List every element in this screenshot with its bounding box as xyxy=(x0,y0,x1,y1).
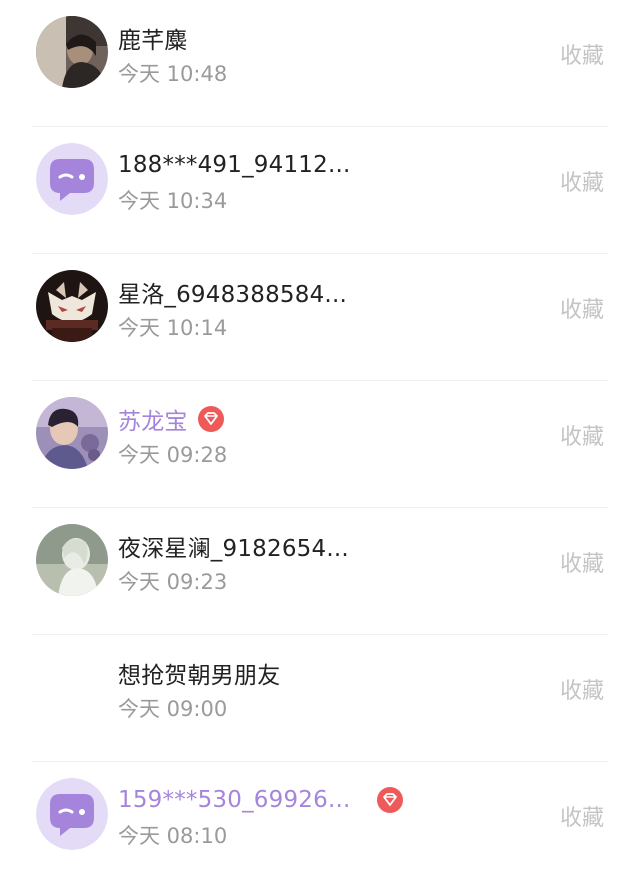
favorite-button[interactable]: 收藏 xyxy=(560,546,604,578)
contact-name: 夜深星澜_9182654... xyxy=(118,536,349,562)
avatar[interactable] xyxy=(36,16,108,88)
contact-name: 188***491_94112... xyxy=(118,152,351,178)
timestamp: 今天 10:34 xyxy=(118,189,228,213)
avatar[interactable] xyxy=(36,270,108,342)
favorites-list: 鹿芊麋 今天 10:48 收藏 188***491_94112... 今天 10… xyxy=(0,0,640,892)
avatar[interactable] xyxy=(36,524,108,596)
favorite-button[interactable]: 收藏 xyxy=(560,38,604,70)
contact-name: 159***530_69926... xyxy=(118,787,351,813)
contact-name: 鹿芊麋 xyxy=(118,28,188,54)
avatar[interactable] xyxy=(36,143,108,215)
favorite-button[interactable]: 收藏 xyxy=(560,165,604,197)
favorite-button[interactable]: 收藏 xyxy=(560,673,604,705)
favorite-button[interactable]: 收藏 xyxy=(560,292,604,324)
timestamp: 今天 09:28 xyxy=(118,443,228,467)
timestamp: 今天 10:48 xyxy=(118,62,228,86)
list-item[interactable]: 想抢贺朝男朋友 今天 09:00 收藏 xyxy=(0,635,640,762)
avatar[interactable] xyxy=(36,778,108,850)
list-item[interactable]: 159***530_69926... 今天 08:10 收藏 xyxy=(0,762,640,889)
vip-badge-icon xyxy=(197,406,224,432)
photo-person-icon xyxy=(36,16,108,88)
default-chat-bubble-icon xyxy=(36,143,108,215)
list-item[interactable]: 鹿芊麋 今天 10:48 收藏 xyxy=(0,0,640,127)
list-item[interactable]: 苏龙宝 今天 09:28 收藏 xyxy=(0,381,640,508)
contact-name: 想抢贺朝男朋友 xyxy=(118,663,281,689)
photo-person-icon xyxy=(36,397,108,469)
avatar[interactable] xyxy=(36,397,108,469)
timestamp: 今天 09:00 xyxy=(118,697,228,721)
list-item[interactable]: 夜深星澜_9182654... 今天 09:23 收藏 xyxy=(0,508,640,635)
timestamp: 今天 10:14 xyxy=(118,316,228,340)
contact-name: 苏龙宝 xyxy=(118,409,188,435)
favorite-button[interactable]: 收藏 xyxy=(560,800,604,832)
photo-pale-figure-icon xyxy=(36,524,108,596)
timestamp: 今天 09:23 xyxy=(118,570,228,594)
contact-name: 星洛_6948388584... xyxy=(118,282,347,308)
favorite-button[interactable]: 收藏 xyxy=(560,419,604,451)
list-item[interactable]: 188***491_94112... 今天 10:34 收藏 xyxy=(0,127,640,254)
vip-badge-icon xyxy=(376,787,403,813)
photo-fox-mask-icon xyxy=(36,270,108,342)
default-chat-bubble-icon xyxy=(36,778,108,850)
timestamp: 今天 08:10 xyxy=(118,824,228,848)
list-item[interactable]: 星洛_6948388584... 今天 10:14 收藏 xyxy=(0,254,640,381)
